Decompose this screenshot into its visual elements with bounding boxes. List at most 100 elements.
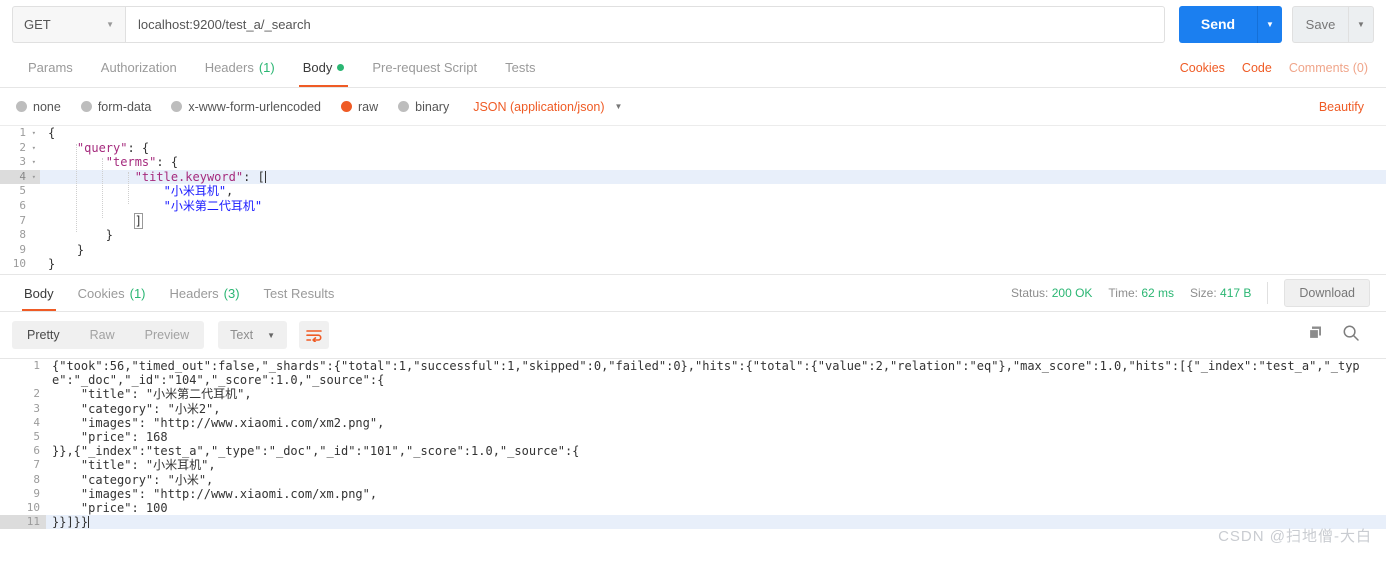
response-line: 6 }},{"_index":"test_a","_type":"_doc","… — [0, 444, 1386, 458]
response-tab-cookies[interactable]: Cookies (1) — [66, 275, 158, 311]
tab-headers[interactable]: Headers (1) — [191, 48, 289, 87]
body-type-form-data-label: form-data — [97, 99, 152, 114]
word-wrap-icon — [306, 329, 322, 342]
response-tab-cookies-count: (1) — [129, 285, 146, 301]
line-number: 7 — [0, 213, 40, 229]
time-field: Time: 62 ms — [1108, 286, 1175, 300]
body-present-dot-icon — [337, 64, 345, 71]
response-tab-body-label: Body — [24, 285, 54, 301]
request-tab-bar-links: Cookies Code Comments (0) — [1180, 48, 1372, 87]
tab-pre-request-script[interactable]: Pre-request Script — [358, 48, 491, 87]
body-type-raw[interactable]: raw — [341, 100, 378, 114]
json-string: "小米耳机" — [163, 184, 227, 199]
editor-line-text: "小米第二代耳机" — [40, 199, 262, 214]
text-cursor — [88, 516, 90, 529]
response-line-active: 11 }}]}} — [0, 515, 1386, 530]
chevron-down-icon: ▼ — [267, 330, 275, 340]
response-body-viewer[interactable]: 1 {"took":56,"timed_out":false,"_shards"… — [0, 358, 1386, 560]
response-toolbar: Pretty Raw Preview Text ▼ — [0, 312, 1386, 358]
body-type-form-data[interactable]: form-data — [80, 99, 152, 114]
search-button[interactable] — [1342, 324, 1360, 347]
line-number: 9 — [0, 242, 40, 258]
view-raw[interactable]: Raw — [75, 321, 130, 349]
editor-line-text: "query": { — [76, 140, 150, 155]
tab-params-label: Params — [28, 60, 73, 75]
radio-form-data-icon — [80, 101, 92, 112]
tab-authorization[interactable]: Authorization — [87, 48, 191, 87]
tab-tests[interactable]: Tests — [491, 48, 549, 87]
comments-link[interactable]: Comments (0) — [1289, 61, 1368, 75]
body-type-binary-label: binary — [415, 99, 450, 114]
editor-line-text: ] — [40, 212, 143, 229]
status-value: 200 OK — [1051, 286, 1093, 300]
send-options-caret-icon[interactable]: ▼ — [1257, 5, 1282, 43]
response-tab-test-results[interactable]: Test Results — [252, 275, 347, 311]
request-url-input[interactable]: localhost:9200/test_a/_search — [125, 5, 1165, 43]
size-value: 417 B — [1220, 286, 1252, 300]
code-link[interactable]: Code — [1242, 61, 1272, 75]
editor-line-text: "title.keyword": [ — [134, 169, 266, 184]
response-line-text: "images": "http://www.xiaomi.com/xm2.png… — [52, 415, 385, 430]
chevron-down-icon: ▼ — [106, 19, 114, 29]
editor-line-text: "terms": { — [105, 155, 179, 170]
editor-line: 8 } — [0, 228, 1386, 243]
send-button-group: Send ▼ — [1179, 5, 1282, 43]
body-format-select[interactable]: JSON (application/json) ▼ — [473, 100, 622, 114]
tab-authorization-label: Authorization — [100, 60, 177, 75]
save-button[interactable]: Save — [1292, 5, 1348, 43]
line-number: 8 — [0, 228, 40, 243]
response-tab-cookies-label: Cookies — [77, 285, 125, 301]
http-method-select[interactable]: GET ▼ — [12, 5, 125, 43]
body-type-binary[interactable]: binary — [398, 100, 449, 114]
tab-body[interactable]: Body — [289, 48, 359, 87]
editor-line-text: "小米耳机", — [163, 184, 234, 199]
line-number: 7 — [33, 458, 40, 472]
response-meta: Status: 200 OK Time: 62 ms Size: 417 B D… — [1011, 275, 1374, 311]
response-line-text: "category": "小米", — [52, 472, 214, 487]
cookies-link[interactable]: Cookies — [1180, 61, 1225, 75]
line-number: 10 — [26, 501, 40, 515]
line-number: 3 ▾ — [0, 155, 40, 170]
line-number: 10 — [0, 257, 40, 272]
response-line: 10 "price": 100 — [0, 501, 1386, 515]
response-format-value: Text — [230, 328, 254, 342]
save-options-caret-icon[interactable]: ▼ — [1348, 5, 1374, 43]
line-number: 4 — [33, 415, 40, 429]
response-toolbar-actions — [1307, 324, 1374, 347]
body-type-none[interactable]: none — [16, 100, 61, 114]
response-format-select[interactable]: Text ▼ — [218, 321, 287, 349]
response-tab-body[interactable]: Body — [12, 275, 66, 311]
line-number: 1 ▾ — [0, 126, 40, 141]
response-tab-headers-label: Headers — [169, 285, 219, 301]
response-line: 4 "images": "http://www.xiaomi.com/xm2.p… — [0, 416, 1386, 430]
response-tab-headers[interactable]: Headers (3) — [158, 275, 252, 311]
tab-body-label: Body — [302, 60, 333, 75]
body-type-urlencoded[interactable]: x-www-form-urlencoded — [171, 100, 321, 114]
radio-none-icon — [16, 101, 27, 112]
send-button[interactable]: Send — [1179, 5, 1257, 43]
body-type-urlencoded-label: x-www-form-urlencoded — [188, 99, 321, 114]
response-line: 9 "images": "http://www.xiaomi.com/xm.pn… — [0, 487, 1386, 501]
view-preview[interactable]: Preview — [130, 321, 204, 349]
body-type-row: none form-data x-www-form-urlencoded raw… — [0, 88, 1386, 126]
response-line: 3 "category": "小米2", — [0, 402, 1386, 416]
editor-line-text: { — [48, 126, 56, 140]
json-key: "terms" — [105, 155, 157, 170]
editor-line: 9 } — [0, 242, 1386, 258]
response-line-text: "category": "小米2", — [52, 401, 221, 416]
download-button[interactable]: Download — [1284, 279, 1370, 307]
request-body-editor[interactable]: 1 ▾ { 2 ▾ "query": { 3 ▾ "terms": { 4 ▾ "tit… — [0, 126, 1386, 274]
line-number: 5 — [33, 430, 40, 444]
beautify-link[interactable]: Beautify — [1319, 100, 1370, 114]
word-wrap-toggle[interactable] — [299, 321, 329, 349]
body-type-none-label: none — [33, 99, 61, 114]
response-line-text: "title": "小米第二代耳机", — [52, 387, 252, 402]
tab-params[interactable]: Params — [14, 48, 87, 87]
view-pretty[interactable]: Pretty — [12, 321, 75, 349]
watermark: CSDN @扫地僧-大白 — [1218, 528, 1372, 545]
search-icon — [1343, 325, 1359, 341]
copy-button[interactable] — [1307, 324, 1324, 346]
editor-line-text: } — [48, 257, 56, 272]
line-number: 4 ▾ — [0, 169, 40, 185]
response-line: 2 "title": "小米第二代耳机", — [0, 387, 1386, 401]
